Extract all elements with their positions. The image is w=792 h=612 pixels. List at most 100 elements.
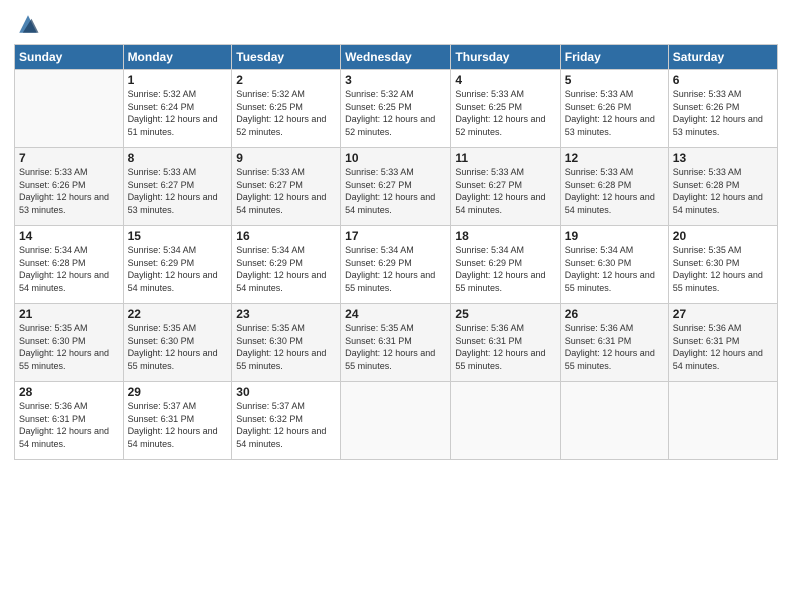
day-number: 5 (565, 73, 664, 87)
day-info: Sunrise: 5:33 AMSunset: 6:26 PMDaylight:… (673, 89, 763, 137)
day-info: Sunrise: 5:33 AMSunset: 6:27 PMDaylight:… (128, 167, 218, 215)
day-number: 20 (673, 229, 773, 243)
calendar-cell: 20 Sunrise: 5:35 AMSunset: 6:30 PMDayligh… (668, 226, 777, 304)
calendar-cell: 28 Sunrise: 5:36 AMSunset: 6:31 PMDayligh… (15, 382, 124, 460)
day-info: Sunrise: 5:37 AMSunset: 6:32 PMDaylight:… (236, 401, 326, 449)
day-info: Sunrise: 5:33 AMSunset: 6:26 PMDaylight:… (565, 89, 655, 137)
day-info: Sunrise: 5:35 AMSunset: 6:31 PMDaylight:… (345, 323, 435, 371)
calendar-week-2: 14 Sunrise: 5:34 AMSunset: 6:28 PMDayligh… (15, 226, 778, 304)
day-info: Sunrise: 5:34 AMSunset: 6:30 PMDaylight:… (565, 245, 655, 293)
header (14, 10, 778, 38)
day-header-thursday: Thursday (451, 45, 560, 70)
day-number: 26 (565, 307, 664, 321)
day-info: Sunrise: 5:35 AMSunset: 6:30 PMDaylight:… (19, 323, 109, 371)
calendar-cell (451, 382, 560, 460)
calendar-cell (341, 382, 451, 460)
calendar-cell: 8Sunrise: 5:33 AMSunset: 6:27 PMDaylight… (123, 148, 232, 226)
day-info: Sunrise: 5:34 AMSunset: 6:29 PMDaylight:… (345, 245, 435, 293)
day-header-tuesday: Tuesday (232, 45, 341, 70)
day-number: 23 (236, 307, 336, 321)
day-number: 12 (565, 151, 664, 165)
calendar-cell: 16Sunrise: 5:34 AMSunset: 6:29 PMDayligh… (232, 226, 341, 304)
day-number: 30 (236, 385, 336, 399)
day-number: 24 (345, 307, 446, 321)
day-number: 13 (673, 151, 773, 165)
day-header-wednesday: Wednesday (341, 45, 451, 70)
day-number: 4 (455, 73, 555, 87)
day-number: 2 (236, 73, 336, 87)
day-header-monday: Monday (123, 45, 232, 70)
day-info: Sunrise: 5:36 AMSunset: 6:31 PMDaylight:… (673, 323, 763, 371)
day-number: 10 (345, 151, 446, 165)
day-info: Sunrise: 5:33 AMSunset: 6:27 PMDaylight:… (236, 167, 326, 215)
calendar-table: SundayMondayTuesdayWednesdayThursdayFrid… (14, 44, 778, 460)
day-info: Sunrise: 5:32 AMSunset: 6:24 PMDaylight:… (128, 89, 218, 137)
day-number: 9 (236, 151, 336, 165)
day-number: 21 (19, 307, 119, 321)
calendar-cell: 9 Sunrise: 5:33 AMSunset: 6:27 PMDaylight… (232, 148, 341, 226)
day-number: 18 (455, 229, 555, 243)
calendar-cell: 30 Sunrise: 5:37 AMSunset: 6:32 PMDayligh… (232, 382, 341, 460)
day-info: Sunrise: 5:33 AMSunset: 6:27 PMDaylight:… (345, 167, 435, 215)
day-info: Sunrise: 5:33 AMSunset: 6:28 PMDaylight:… (565, 167, 655, 215)
calendar-week-0: 1Sunrise: 5:32 AMSunset: 6:24 PMDaylight… (15, 70, 778, 148)
calendar-cell: 22Sunrise: 5:35 AMSunset: 6:30 PMDayligh… (123, 304, 232, 382)
day-number: 7 (19, 151, 119, 165)
day-info: Sunrise: 5:36 AMSunset: 6:31 PMDaylight:… (19, 401, 109, 449)
calendar-cell: 5 Sunrise: 5:33 AMSunset: 6:26 PMDaylight… (560, 70, 668, 148)
day-number: 11 (455, 151, 555, 165)
calendar-header-row: SundayMondayTuesdayWednesdayThursdayFrid… (15, 45, 778, 70)
day-number: 25 (455, 307, 555, 321)
calendar-cell: 23 Sunrise: 5:35 AMSunset: 6:30 PMDayligh… (232, 304, 341, 382)
day-info: Sunrise: 5:32 AMSunset: 6:25 PMDaylight:… (236, 89, 326, 137)
calendar-cell: 4 Sunrise: 5:33 AMSunset: 6:25 PMDaylight… (451, 70, 560, 148)
day-info: Sunrise: 5:32 AMSunset: 6:25 PMDaylight:… (345, 89, 435, 137)
calendar-cell (668, 382, 777, 460)
calendar-week-4: 28 Sunrise: 5:36 AMSunset: 6:31 PMDayligh… (15, 382, 778, 460)
day-info: Sunrise: 5:34 AMSunset: 6:29 PMDaylight:… (236, 245, 326, 293)
day-header-friday: Friday (560, 45, 668, 70)
day-info: Sunrise: 5:34 AMSunset: 6:29 PMDaylight:… (455, 245, 545, 293)
calendar-cell: 2 Sunrise: 5:32 AMSunset: 6:25 PMDaylight… (232, 70, 341, 148)
calendar-cell: 21 Sunrise: 5:35 AMSunset: 6:30 PMDayligh… (15, 304, 124, 382)
day-number: 14 (19, 229, 119, 243)
calendar-cell: 29Sunrise: 5:37 AMSunset: 6:31 PMDayligh… (123, 382, 232, 460)
calendar-cell: 17Sunrise: 5:34 AMSunset: 6:29 PMDayligh… (341, 226, 451, 304)
day-info: Sunrise: 5:37 AMSunset: 6:31 PMDaylight:… (128, 401, 218, 449)
day-info: Sunrise: 5:35 AMSunset: 6:30 PMDaylight:… (128, 323, 218, 371)
day-info: Sunrise: 5:33 AMSunset: 6:25 PMDaylight:… (455, 89, 545, 137)
calendar-body: 1Sunrise: 5:32 AMSunset: 6:24 PMDaylight… (15, 70, 778, 460)
calendar-cell: 10 Sunrise: 5:33 AMSunset: 6:27 PMDayligh… (341, 148, 451, 226)
day-number: 6 (673, 73, 773, 87)
calendar-cell: 24 Sunrise: 5:35 AMSunset: 6:31 PMDayligh… (341, 304, 451, 382)
calendar-week-1: 7 Sunrise: 5:33 AMSunset: 6:26 PMDaylight… (15, 148, 778, 226)
calendar-cell: 6 Sunrise: 5:33 AMSunset: 6:26 PMDaylight… (668, 70, 777, 148)
calendar-cell: 1Sunrise: 5:32 AMSunset: 6:24 PMDaylight… (123, 70, 232, 148)
calendar-cell: 15 Sunrise: 5:34 AMSunset: 6:29 PMDayligh… (123, 226, 232, 304)
calendar-cell: 14 Sunrise: 5:34 AMSunset: 6:28 PMDayligh… (15, 226, 124, 304)
day-info: Sunrise: 5:34 AMSunset: 6:28 PMDaylight:… (19, 245, 109, 293)
calendar-cell: 19Sunrise: 5:34 AMSunset: 6:30 PMDayligh… (560, 226, 668, 304)
day-info: Sunrise: 5:34 AMSunset: 6:29 PMDaylight:… (128, 245, 218, 293)
day-number: 3 (345, 73, 446, 87)
calendar-cell: 13Sunrise: 5:33 AMSunset: 6:28 PMDayligh… (668, 148, 777, 226)
calendar-cell (15, 70, 124, 148)
calendar-cell (560, 382, 668, 460)
day-number: 15 (128, 229, 228, 243)
calendar-week-3: 21 Sunrise: 5:35 AMSunset: 6:30 PMDayligh… (15, 304, 778, 382)
day-info: Sunrise: 5:36 AMSunset: 6:31 PMDaylight:… (455, 323, 545, 371)
day-info: Sunrise: 5:33 AMSunset: 6:26 PMDaylight:… (19, 167, 109, 215)
calendar-cell: 7 Sunrise: 5:33 AMSunset: 6:26 PMDaylight… (15, 148, 124, 226)
day-info: Sunrise: 5:33 AMSunset: 6:27 PMDaylight:… (455, 167, 545, 215)
calendar-cell: 11 Sunrise: 5:33 AMSunset: 6:27 PMDayligh… (451, 148, 560, 226)
calendar-cell: 3 Sunrise: 5:32 AMSunset: 6:25 PMDaylight… (341, 70, 451, 148)
calendar-cell: 26Sunrise: 5:36 AMSunset: 6:31 PMDayligh… (560, 304, 668, 382)
day-header-sunday: Sunday (15, 45, 124, 70)
day-info: Sunrise: 5:35 AMSunset: 6:30 PMDaylight:… (673, 245, 763, 293)
page: SundayMondayTuesdayWednesdayThursdayFrid… (0, 0, 792, 612)
calendar-cell: 18 Sunrise: 5:34 AMSunset: 6:29 PMDayligh… (451, 226, 560, 304)
day-header-saturday: Saturday (668, 45, 777, 70)
day-number: 28 (19, 385, 119, 399)
calendar-cell: 27Sunrise: 5:36 AMSunset: 6:31 PMDayligh… (668, 304, 777, 382)
day-info: Sunrise: 5:35 AMSunset: 6:30 PMDaylight:… (236, 323, 326, 371)
